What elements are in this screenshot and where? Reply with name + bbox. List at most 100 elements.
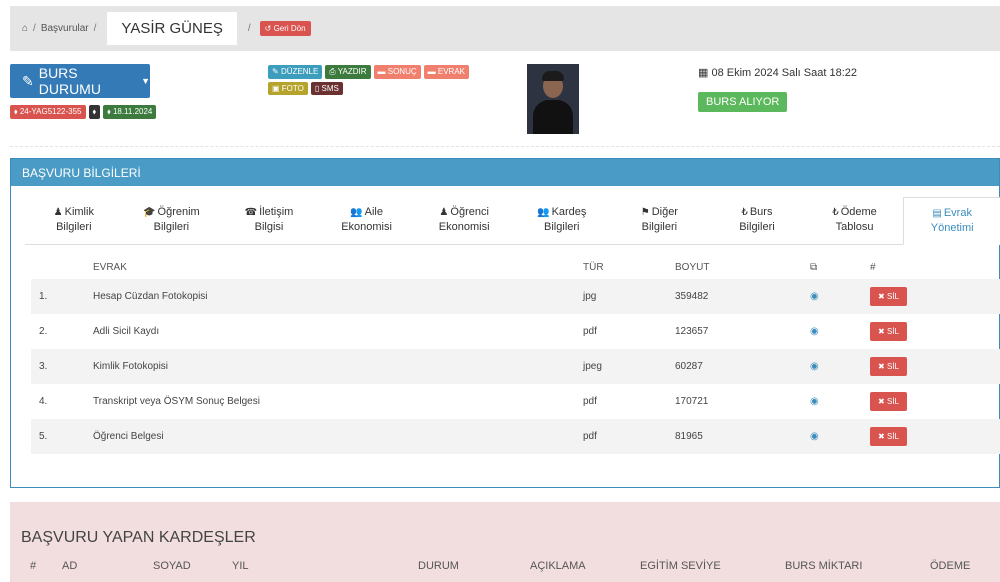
siblings-title: BAŞVURU YAPAN KARDEŞLER (21, 529, 256, 546)
flag-icon: ⚑ (640, 207, 650, 218)
tab-7[interactable]: ₺ Burs Bilgileri (708, 197, 806, 244)
tab-line1: ₺ Burs (708, 205, 806, 220)
sibling-column-header: EGİTİM SEVİYE (640, 560, 721, 572)
document-size: 81965 (675, 431, 703, 442)
tab-9[interactable]: ▤ Evrak Yönetimi (903, 197, 1000, 245)
row-number: 3. (39, 361, 48, 372)
eye-icon[interactable]: ◉ (810, 396, 870, 407)
document-size: 170721 (675, 396, 709, 407)
application-info-panel: BAŞVURU BİLGİLERİ ♟ Kimlik Bilgileri 🎓 Öğren… (10, 158, 1000, 488)
table-row: 5. Öğrenci Belgesi pdf 81965 ◉ ✖ SİL (31, 419, 1000, 454)
tab-line1: 🎓 Öğrenim (123, 205, 221, 220)
delete-button[interactable]: ✖ SİL (870, 357, 907, 376)
tab-label: Öğrenim (157, 206, 200, 218)
sonuç-button[interactable]: ▬ SONUÇ (373, 65, 421, 79)
col-type: TÜR (583, 261, 604, 273)
siblings-header: # AD SOYAD YIL DURUM AÇIKLAMA EGİTİM SEVİYE BUR… (10, 560, 1000, 574)
tag-badge: ⬧ 18.11.2024 (103, 105, 157, 119)
back-button[interactable]: ↺ Geri Dön (259, 21, 311, 36)
document-name: Öğrenci Belgesi (93, 431, 164, 442)
document-type: pdf (583, 396, 597, 407)
eye-icon[interactable]: ◉ (810, 291, 870, 302)
tab-label: İletişim (259, 206, 294, 218)
sibling-column-header: DURUM (418, 560, 459, 572)
tab-2[interactable]: ☎ İletişim Bilgisi (220, 197, 318, 244)
table-row: 1. Hesap Cüzdan Fotokopisi jpg 359482 ◉ ✖ SİL (31, 279, 1000, 314)
tab-6[interactable]: ⚑ Diğer Bilgileri (611, 197, 709, 244)
tab-line2: Bilgisi (254, 221, 284, 233)
caret-down-icon: ▼ (141, 76, 150, 86)
row-number: 2. (39, 326, 48, 337)
tab-line1: ₺ Ödeme (806, 205, 904, 220)
evrak-button[interactable]: ▬ EVRAK (423, 65, 469, 79)
tab-line2: Ekonomisi (341, 221, 392, 233)
application-tags: ⬧ 24-YAG5122-355 ⬧ ⬧ 18.11.2024 (10, 105, 157, 119)
tab-line2: Ekonomisi (438, 221, 490, 233)
tab-0[interactable]: ♟ Kimlik Bilgileri (25, 197, 123, 244)
tag-icon: ⬧ (92, 107, 97, 116)
tab-label: Kardeş (551, 206, 587, 218)
lira-icon: ₺ (741, 207, 748, 218)
delete-cell: ✖ SİL (870, 392, 930, 411)
close-icon: ✖ (878, 432, 887, 441)
row-number: 4. (39, 396, 48, 407)
scholarship-status-dropdown[interactable]: ✎ BURS DURUMU ▼ (10, 64, 150, 98)
folder-icon: ▬ (377, 67, 388, 76)
status-label: BURS DURUMU (38, 65, 101, 97)
eye-icon[interactable]: ◉ (810, 361, 870, 372)
delete-button[interactable]: ✖ SİL (870, 322, 907, 341)
tab-line1: ♟ Öğrenci (415, 205, 513, 220)
delete-cell: ✖ SİL (870, 287, 930, 306)
tab-4[interactable]: ♟ Öğrenci Ekonomisi (415, 197, 513, 244)
eye-icon[interactable]: ◉ (810, 326, 870, 337)
tab-line2: Bilgileri (56, 221, 92, 233)
tab-label: Kimlik (64, 206, 94, 218)
breadcrumb-separator: / (93, 23, 97, 34)
breadcrumb-applications[interactable]: Başvurular (41, 23, 89, 34)
eye-icon[interactable]: ◉ (810, 431, 870, 442)
application-date: ▦ 08 Ekim 2024 Salı Saat 18:22 (698, 66, 857, 79)
tab-3[interactable]: 👥 Aile Ekonomisi (318, 197, 416, 244)
users-icon: 👥 (350, 207, 363, 218)
tab-5[interactable]: 👥 Kardeş Bilgileri (513, 197, 611, 244)
foto-button[interactable]: ▣ FOTO (268, 82, 308, 95)
divider (10, 146, 1000, 147)
result-badge: BURS ALIYOR (698, 92, 788, 112)
tab-1[interactable]: 🎓 Öğrenim Bilgileri (123, 197, 221, 244)
col-size: BOYUT (675, 261, 710, 273)
tab-label: Aile (364, 206, 383, 218)
siblings-section: BAŞVURU YAPAN KARDEŞLER # AD SOYAD YIL DURUM… (10, 502, 1000, 582)
delete-label: SİL (886, 292, 899, 301)
delete-cell: ✖ SİL (870, 322, 930, 341)
tab-line2: Bilgileri (739, 221, 775, 233)
document-name: Hesap Cüzdan Fotokopisi (93, 291, 208, 302)
home-icon[interactable]: ⌂ (22, 23, 28, 34)
delete-cell: ✖ SİL (870, 427, 930, 446)
document-name: Transkript veya ÖSYM Sonuç Belgesi (93, 396, 260, 407)
info-tabs: ♟ Kimlik Bilgileri 🎓 Öğrenim Bilgileri ☎ İletiş… (25, 197, 1000, 245)
düzenle-button[interactable]: ✎ DÜZENLE (268, 65, 323, 79)
document-type: jpg (583, 291, 597, 302)
user-icon: ♟ (439, 207, 449, 218)
action-label: YAZDIR (337, 67, 367, 76)
action-label: EVRAK (437, 67, 465, 76)
document-size: 60287 (675, 361, 703, 372)
delete-label: SİL (886, 362, 899, 371)
tab-line2: Bilgileri (544, 221, 580, 233)
back-label: Geri Dön (273, 24, 306, 33)
delete-button[interactable]: ✖ SİL (870, 392, 907, 411)
close-icon: ✖ (878, 362, 887, 371)
sms-button[interactable]: ▯ SMS (310, 82, 343, 95)
breadcrumb-separator: / (247, 23, 251, 34)
table-row: 3. Kimlik Fotokopisi jpeg 60287 ◉ ✖ SİL (31, 349, 1000, 384)
delete-button[interactable]: ✖ SİL (870, 427, 907, 446)
col-hash: # (870, 261, 876, 273)
tab-label: Evrak (943, 207, 972, 219)
sibling-column-header: # (30, 560, 37, 572)
tab-8[interactable]: ₺ Ödeme Tablosu (806, 197, 904, 244)
breadcrumb-separator: / (33, 23, 36, 34)
yazdir-button[interactable]: ⎙ YAZDIR (325, 65, 371, 79)
document-size: 359482 (675, 291, 709, 302)
delete-button[interactable]: ✖ SİL (870, 287, 907, 306)
delete-cell: ✖ SİL (870, 357, 930, 376)
